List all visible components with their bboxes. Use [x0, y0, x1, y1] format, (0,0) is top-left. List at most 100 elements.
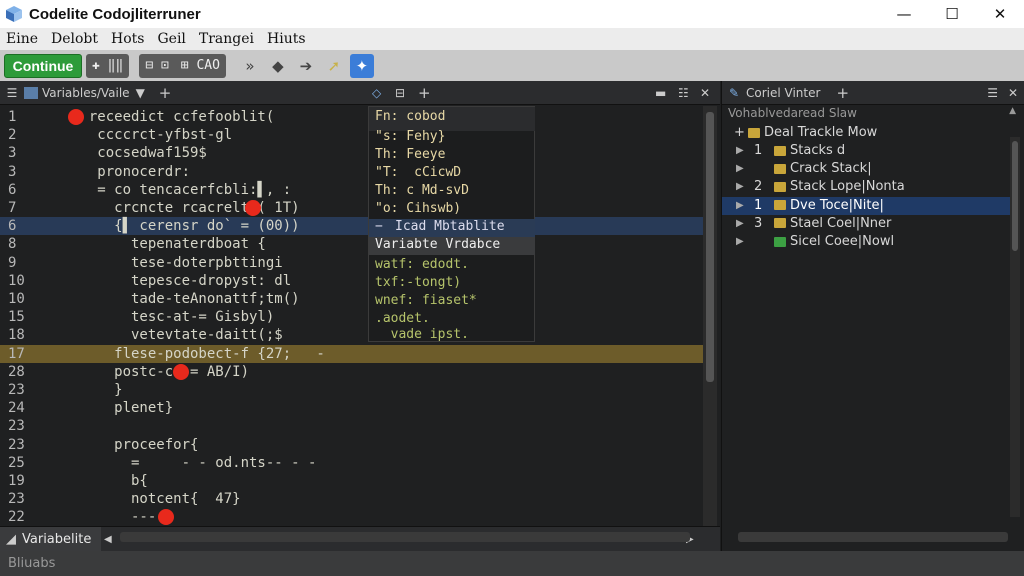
code-line[interactable]: 15 tesc-at-= Gisbyl) [0, 308, 703, 326]
code-line[interactable]: 3 pronocerdr: [0, 163, 703, 181]
code-line[interactable]: 3 cocsedwaf159$ [0, 144, 703, 162]
diamond-nav-icon[interactable]: ◇ [372, 86, 381, 100]
tree-root[interactable]: + Deal Trackle Mow [722, 124, 1010, 142]
expand-arrow-icon[interactable]: ▶ [736, 215, 744, 233]
code-line[interactable]: 6 {▌ cerensr do` = (00)) [0, 217, 703, 236]
code-line[interactable]: 17 flese-podobect-f {27; - [0, 344, 703, 363]
line-number[interactable]: 1 [8, 108, 32, 126]
line-number[interactable]: 23 [8, 381, 32, 399]
code-line[interactable]: 1 ' receedict ccfefooblit( [0, 108, 703, 126]
add-panel-icon[interactable]: + [418, 84, 431, 102]
editor-tab-label[interactable]: Variables/Vaile [42, 86, 130, 100]
code-line[interactable]: 7 crcncte rcacrelt ( 1T) [0, 199, 703, 217]
horizontal-scrollbar[interactable] [120, 532, 690, 542]
line-number[interactable]: 6 [8, 181, 32, 199]
menu-item-file[interactable]: Eine [0, 31, 45, 47]
add-tab-icon[interactable]: + [159, 84, 172, 102]
line-number[interactable]: 3 [8, 163, 32, 181]
code-line[interactable]: 6 = co tencacerfcbli:▌, : [0, 181, 703, 199]
line-number[interactable]: 22 [8, 508, 32, 526]
breakpoint-marker[interactable] [245, 200, 261, 216]
line-number[interactable]: 23 [8, 490, 32, 508]
maximize-button[interactable]: ☐ [928, 0, 976, 28]
breakpoint-marker[interactable] [158, 509, 174, 526]
arrow-icon[interactable]: ◢ [6, 532, 16, 547]
code-line[interactable]: 23 } [0, 381, 703, 399]
popup-item[interactable]: Variabte Vrdabce [369, 237, 535, 255]
code-line[interactable]: 2 ccccrct-yfbst-gl [0, 126, 703, 144]
watch-scrollbar-thumb[interactable] [1012, 141, 1018, 251]
line-number[interactable]: 15 [8, 308, 32, 326]
code-line[interactable]: 18 vetevtate-daitt(;$ [0, 326, 703, 344]
line-number[interactable]: 25 [8, 454, 32, 472]
cao-button[interactable]: ⊞ CAO [175, 58, 226, 73]
line-number[interactable]: 28 [8, 363, 32, 381]
step-into-icon[interactable]: ◆ [266, 54, 290, 78]
menu-item-get[interactable]: Geil [151, 31, 192, 47]
scroll-left-icon[interactable]: ◀ [104, 534, 112, 545]
line-number[interactable]: 17 [8, 345, 32, 363]
code-line[interactable]: 23 [0, 417, 703, 435]
menu-item-transgel[interactable]: Trangei [193, 31, 261, 47]
continue-button[interactable]: Continue [4, 53, 82, 78]
code-line[interactable]: 10 tade-teAnonattf;tm() [0, 290, 703, 308]
watch-panel-title[interactable]: Coriel Vinter [746, 86, 820, 100]
pin-icon[interactable]: ✦ [349, 53, 374, 78]
menu-item-debug[interactable]: Delobt [45, 31, 105, 47]
expand-arrow-icon[interactable]: ▶ [736, 233, 744, 251]
line-number[interactable]: 7 [8, 199, 32, 217]
line-number[interactable]: 8 [8, 235, 32, 253]
vertical-scrollbar[interactable] [703, 106, 717, 526]
panel-menu-icon[interactable]: ☰ [987, 86, 998, 100]
tree-item[interactable]: ▶ 3 Stael Coel|Nner [722, 215, 1010, 233]
run-to-cursor-icon[interactable]: ➚ [322, 54, 346, 78]
add-watch-icon[interactable]: + [836, 84, 849, 102]
step-over-icon[interactable]: » [238, 54, 262, 78]
code-line[interactable]: 23 proceefor{ [0, 436, 703, 454]
step-pause-button[interactable]: ✚ ‖‖ [86, 58, 129, 73]
split-icon[interactable]: ⊟ [395, 86, 405, 100]
chevron-down-icon[interactable]: ▼ [136, 86, 145, 100]
close-button[interactable]: ✕ [976, 0, 1024, 28]
watch-hscroll[interactable] [738, 532, 1008, 542]
expand-arrow-icon[interactable]: ▶ [736, 160, 744, 178]
tree-item[interactable]: ▶ Crack Stack| [722, 160, 1010, 178]
line-number[interactable]: 23 [8, 417, 32, 435]
tree-item[interactable]: ▶ Sicel Coee|Nowl [722, 233, 1010, 251]
line-number[interactable]: 18 [8, 326, 32, 344]
line-number[interactable]: 2 [8, 126, 32, 144]
code-line[interactable]: 10 tepesce-dropyst: dl [0, 272, 703, 290]
step-out-icon[interactable]: ➔ [294, 54, 318, 78]
breakpoint-marker[interactable] [173, 363, 189, 380]
line-number[interactable]: 24 [8, 399, 32, 417]
code-line[interactable]: 8 tepenaterdboat { [0, 235, 703, 253]
code-line[interactable]: 25 = - - od.nts-- - - [0, 454, 703, 472]
popup-selected-item[interactable]: − Icad Mbtablite [369, 219, 535, 237]
code-line[interactable]: 23 notcent{ 47} [0, 490, 703, 508]
minimize-panel-icon[interactable]: ▬ [655, 86, 666, 100]
line-number[interactable]: 23 [8, 436, 32, 454]
expand-arrow-icon[interactable]: ▶ [736, 197, 744, 215]
grid-menu-icon[interactable]: ☷ [678, 86, 689, 100]
close-watch-icon[interactable]: ✕ [1008, 86, 1018, 100]
toggle-view-button[interactable]: ⊟ ⊡ [139, 58, 174, 73]
line-number[interactable]: 9 [8, 254, 32, 272]
tree-item[interactable]: ▶ 1 Dve Toce|Nite| [722, 196, 1010, 215]
menu-item-hosts[interactable]: Hots [105, 31, 151, 47]
close-panel-icon[interactable]: ✕ [700, 86, 710, 100]
hamburger-menu-icon[interactable]: ☰ [0, 86, 24, 100]
line-number[interactable]: 10 [8, 290, 32, 308]
minimize-button[interactable]: — [880, 0, 928, 28]
step-controls[interactable]: ✚ ‖‖ [86, 53, 130, 78]
tree-item[interactable]: ▶ 2 Stack Lope|Nonta [722, 178, 1010, 196]
code-line[interactable]: 9 tese-doterpbttingi [0, 254, 703, 272]
scrollbar-thumb[interactable] [706, 112, 714, 382]
line-number[interactable]: 10 [8, 272, 32, 290]
code-line[interactable]: 22 --- [0, 508, 703, 526]
code-line[interactable]: 28 postc-ce-= AB/I) [0, 363, 703, 381]
scroll-up-icon[interactable]: ▲ [1009, 106, 1016, 116]
expand-arrow-icon[interactable]: ▶ [736, 178, 744, 196]
line-number[interactable]: 3 [8, 144, 32, 162]
code-editor[interactable]: 1 ' receedict ccfefooblit(2 ccccrct-yfbst… [0, 106, 703, 544]
code-line[interactable]: 24 plenet} [0, 399, 703, 417]
